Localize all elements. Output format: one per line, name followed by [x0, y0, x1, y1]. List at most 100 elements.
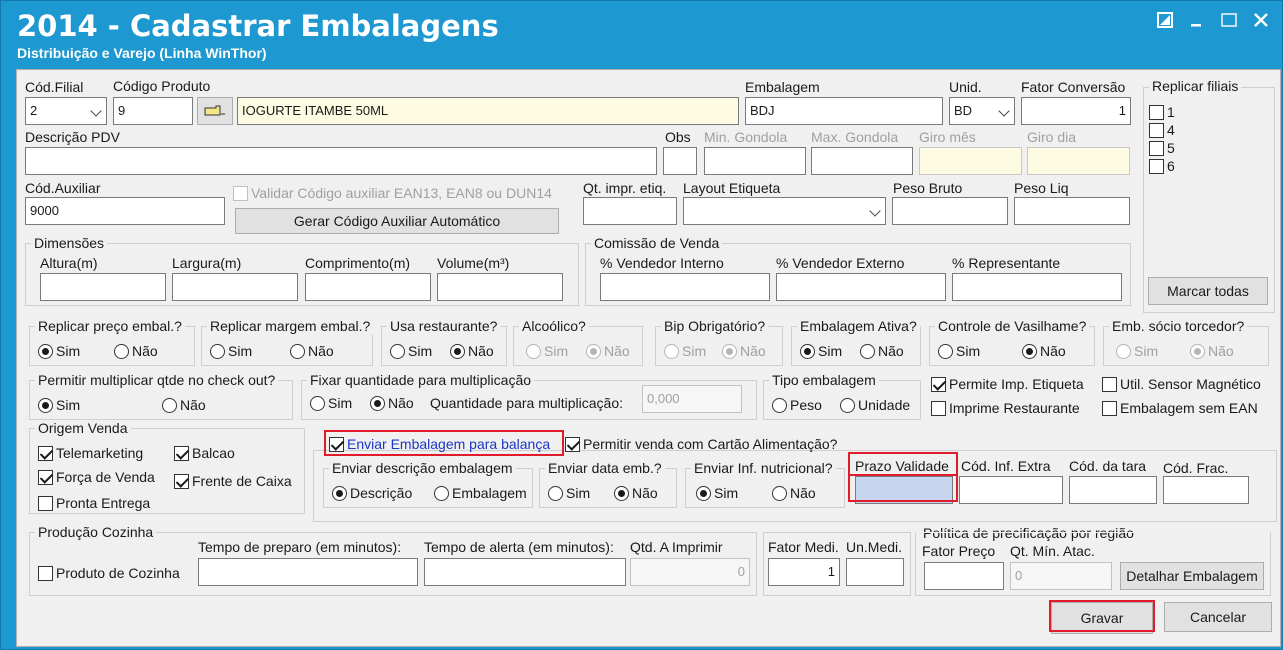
volume-input[interactable]: [437, 273, 563, 301]
marcar-todas-button[interactable]: Marcar todas: [1148, 277, 1268, 305]
embalagem-input[interactable]: BDJ: [745, 97, 943, 125]
replicar-margem-sim-radio[interactable]: Sim: [210, 343, 252, 359]
embalagem-ativa-label: Embalagem Ativa?: [797, 318, 920, 334]
telemarketing-checkbox[interactable]: Telemarketing: [38, 445, 143, 461]
close-icon[interactable]: [1249, 11, 1273, 35]
filial-checkbox-4[interactable]: 4: [1149, 122, 1175, 138]
layout-etiqueta-select[interactable]: [683, 197, 886, 225]
tipo-peso-radio[interactable]: Peso: [772, 397, 822, 413]
tempo-preparo-input[interactable]: [198, 558, 418, 586]
peso-bruto-input[interactable]: [892, 197, 1008, 225]
filial-checkbox-6[interactable]: 6: [1149, 158, 1175, 174]
obs-label: Obs: [665, 129, 691, 145]
balcao-checkbox[interactable]: Balcao: [174, 445, 235, 461]
qtd-imprimir-input[interactable]: 0: [630, 558, 750, 586]
vendedor-interno-input[interactable]: [600, 273, 770, 301]
replicar-preco-nao-radio[interactable]: Não: [114, 343, 158, 359]
enviar-data-sim-radio[interactable]: Sim: [548, 485, 590, 501]
fator-medi-label: Fator Medi.: [768, 539, 839, 555]
cod-inf-extra-label: Cód. Inf. Extra: [961, 458, 1051, 474]
replicar-preco-sim-radio[interactable]: Sim: [38, 343, 80, 359]
socio-torcedor-nao-radio[interactable]: Não: [1190, 343, 1234, 359]
enviar-data-nao-radio[interactable]: Não: [614, 485, 658, 501]
largura-input[interactable]: [172, 273, 298, 301]
maximize-icon[interactable]: [1217, 11, 1241, 35]
socio-torcedor-sim-radio[interactable]: Sim: [1116, 343, 1158, 359]
max-gondola-input[interactable]: [811, 147, 913, 175]
fixar-nao-radio[interactable]: Não: [370, 395, 414, 411]
embalagem-ativa-sim-radio[interactable]: Sim: [800, 343, 842, 359]
tempo-alerta-input[interactable]: [424, 558, 626, 586]
min-gondola-label: Min. Gondola: [704, 129, 788, 145]
filial-checkbox-5[interactable]: 5: [1149, 140, 1175, 156]
descricao-pdv-label: Descrição PDV: [25, 129, 120, 145]
detalhar-embalagem-button[interactable]: Detalhar Embalagem: [1120, 562, 1264, 590]
origem-venda-group: Origem Venda Telemarketing Balcao Força …: [29, 420, 305, 514]
nao-label: Não: [878, 343, 904, 359]
altura-input[interactable]: [40, 273, 166, 301]
cod-tara-input[interactable]: [1069, 476, 1157, 504]
produto-cozinha-checkbox[interactable]: Produto de Cozinha: [38, 565, 180, 581]
forca-venda-checkbox[interactable]: Força de Venda: [38, 469, 155, 485]
cod-inf-extra-input[interactable]: [959, 476, 1063, 504]
alcoolico-nao-radio[interactable]: Não: [586, 343, 630, 359]
pronta-entrega-checkbox[interactable]: Pronta Entrega: [38, 495, 150, 511]
gerar-codigo-button[interactable]: Gerar Código Auxiliar Automático: [235, 208, 559, 234]
util-sensor-checkbox[interactable]: Util. Sensor Magnético: [1102, 376, 1261, 392]
cartao-alimentacao-checkbox[interactable]: Permitir venda com Cartão Alimentação?: [565, 436, 837, 452]
usa-restaurante-nao-radio[interactable]: Não: [450, 343, 494, 359]
permitir-multiplicar-sim-radio[interactable]: Sim: [38, 397, 80, 413]
frente-caixa-label: Frente de Caixa: [192, 473, 292, 489]
cod-frac-input[interactable]: [1163, 476, 1249, 504]
obs-input[interactable]: [663, 147, 697, 175]
enviar-inf-nao-radio[interactable]: Não: [772, 485, 816, 501]
validar-ean-checkbox[interactable]: Validar Código auxiliar EAN13, EAN8 ou D…: [233, 185, 552, 201]
fator-preco-input[interactable]: [924, 562, 1004, 590]
cod-auxiliar-input[interactable]: 9000: [25, 197, 225, 225]
un-medi-input[interactable]: [846, 558, 904, 586]
codigo-produto-input[interactable]: 9: [113, 97, 193, 125]
validar-ean-label: Validar Código auxiliar EAN13, EAN8 ou D…: [251, 185, 552, 201]
qt-impr-etiq-input[interactable]: [583, 197, 677, 225]
embalagem-sem-ean-label: Embalagem sem EAN: [1120, 400, 1258, 416]
unid-select[interactable]: BD: [949, 97, 1015, 125]
vasilhame-nao-radio[interactable]: Não: [1022, 343, 1066, 359]
alcoolico-sim-radio[interactable]: Sim: [526, 343, 568, 359]
socio-torcedor-group: Emb. sócio torcedor? Sim Não: [1103, 318, 1269, 366]
bip-sim-radio[interactable]: Sim: [664, 343, 706, 359]
minimize-icon[interactable]: [1185, 11, 1209, 35]
fator-conversao-input[interactable]: 1: [1021, 97, 1131, 125]
enviar-balanca-highlight: [324, 430, 564, 456]
imprime-restaurante-checkbox[interactable]: Imprime Restaurante: [931, 400, 1080, 416]
embalagem-ativa-nao-radio[interactable]: Não: [860, 343, 904, 359]
codigo-produto-label: Código Produto: [113, 78, 211, 94]
restore-icon[interactable]: [1153, 11, 1177, 35]
cod-filial-select[interactable]: 2: [25, 97, 107, 125]
min-gondola-input[interactable]: [704, 147, 806, 175]
descricao-pdv-input[interactable]: [25, 147, 657, 175]
vendedor-externo-input[interactable]: [776, 273, 946, 301]
descricao-produto-input[interactable]: IOGURTE ITAMBE 50ML: [237, 97, 739, 125]
embalagem-sem-ean-checkbox[interactable]: Embalagem sem EAN: [1102, 400, 1258, 416]
comprimento-input[interactable]: [305, 273, 431, 301]
enviar-embalagem-radio[interactable]: Embalagem: [434, 485, 527, 501]
peso-liq-input[interactable]: [1014, 197, 1130, 225]
representante-input[interactable]: [952, 273, 1122, 301]
permitir-multiplicar-nao-radio[interactable]: Não: [162, 397, 206, 413]
usa-restaurante-sim-radio[interactable]: Sim: [390, 343, 432, 359]
cancelar-button[interactable]: Cancelar: [1164, 602, 1272, 632]
replicar-margem-nao-radio[interactable]: Não: [290, 343, 334, 359]
enviar-inf-sim-radio[interactable]: Sim: [696, 485, 738, 501]
permite-imp-etiqueta-checkbox[interactable]: Permite Imp. Etiqueta: [931, 376, 1084, 392]
qt-min-atac-input[interactable]: 0: [1010, 562, 1112, 590]
bip-nao-radio[interactable]: Não: [722, 343, 766, 359]
search-product-button[interactable]: [197, 97, 233, 125]
fixar-sim-radio[interactable]: Sim: [310, 395, 352, 411]
fator-medi-input[interactable]: 1: [768, 558, 840, 586]
vasilhame-sim-radio[interactable]: Sim: [938, 343, 980, 359]
tipo-unidade-radio[interactable]: Unidade: [840, 397, 910, 413]
filial-checkbox-1[interactable]: 1: [1149, 104, 1175, 120]
quantidade-multiplicacao-input[interactable]: 0,000: [642, 385, 742, 413]
frente-caixa-checkbox[interactable]: Frente de Caixa: [174, 473, 292, 489]
enviar-descricao-radio[interactable]: Descrição: [332, 485, 412, 501]
